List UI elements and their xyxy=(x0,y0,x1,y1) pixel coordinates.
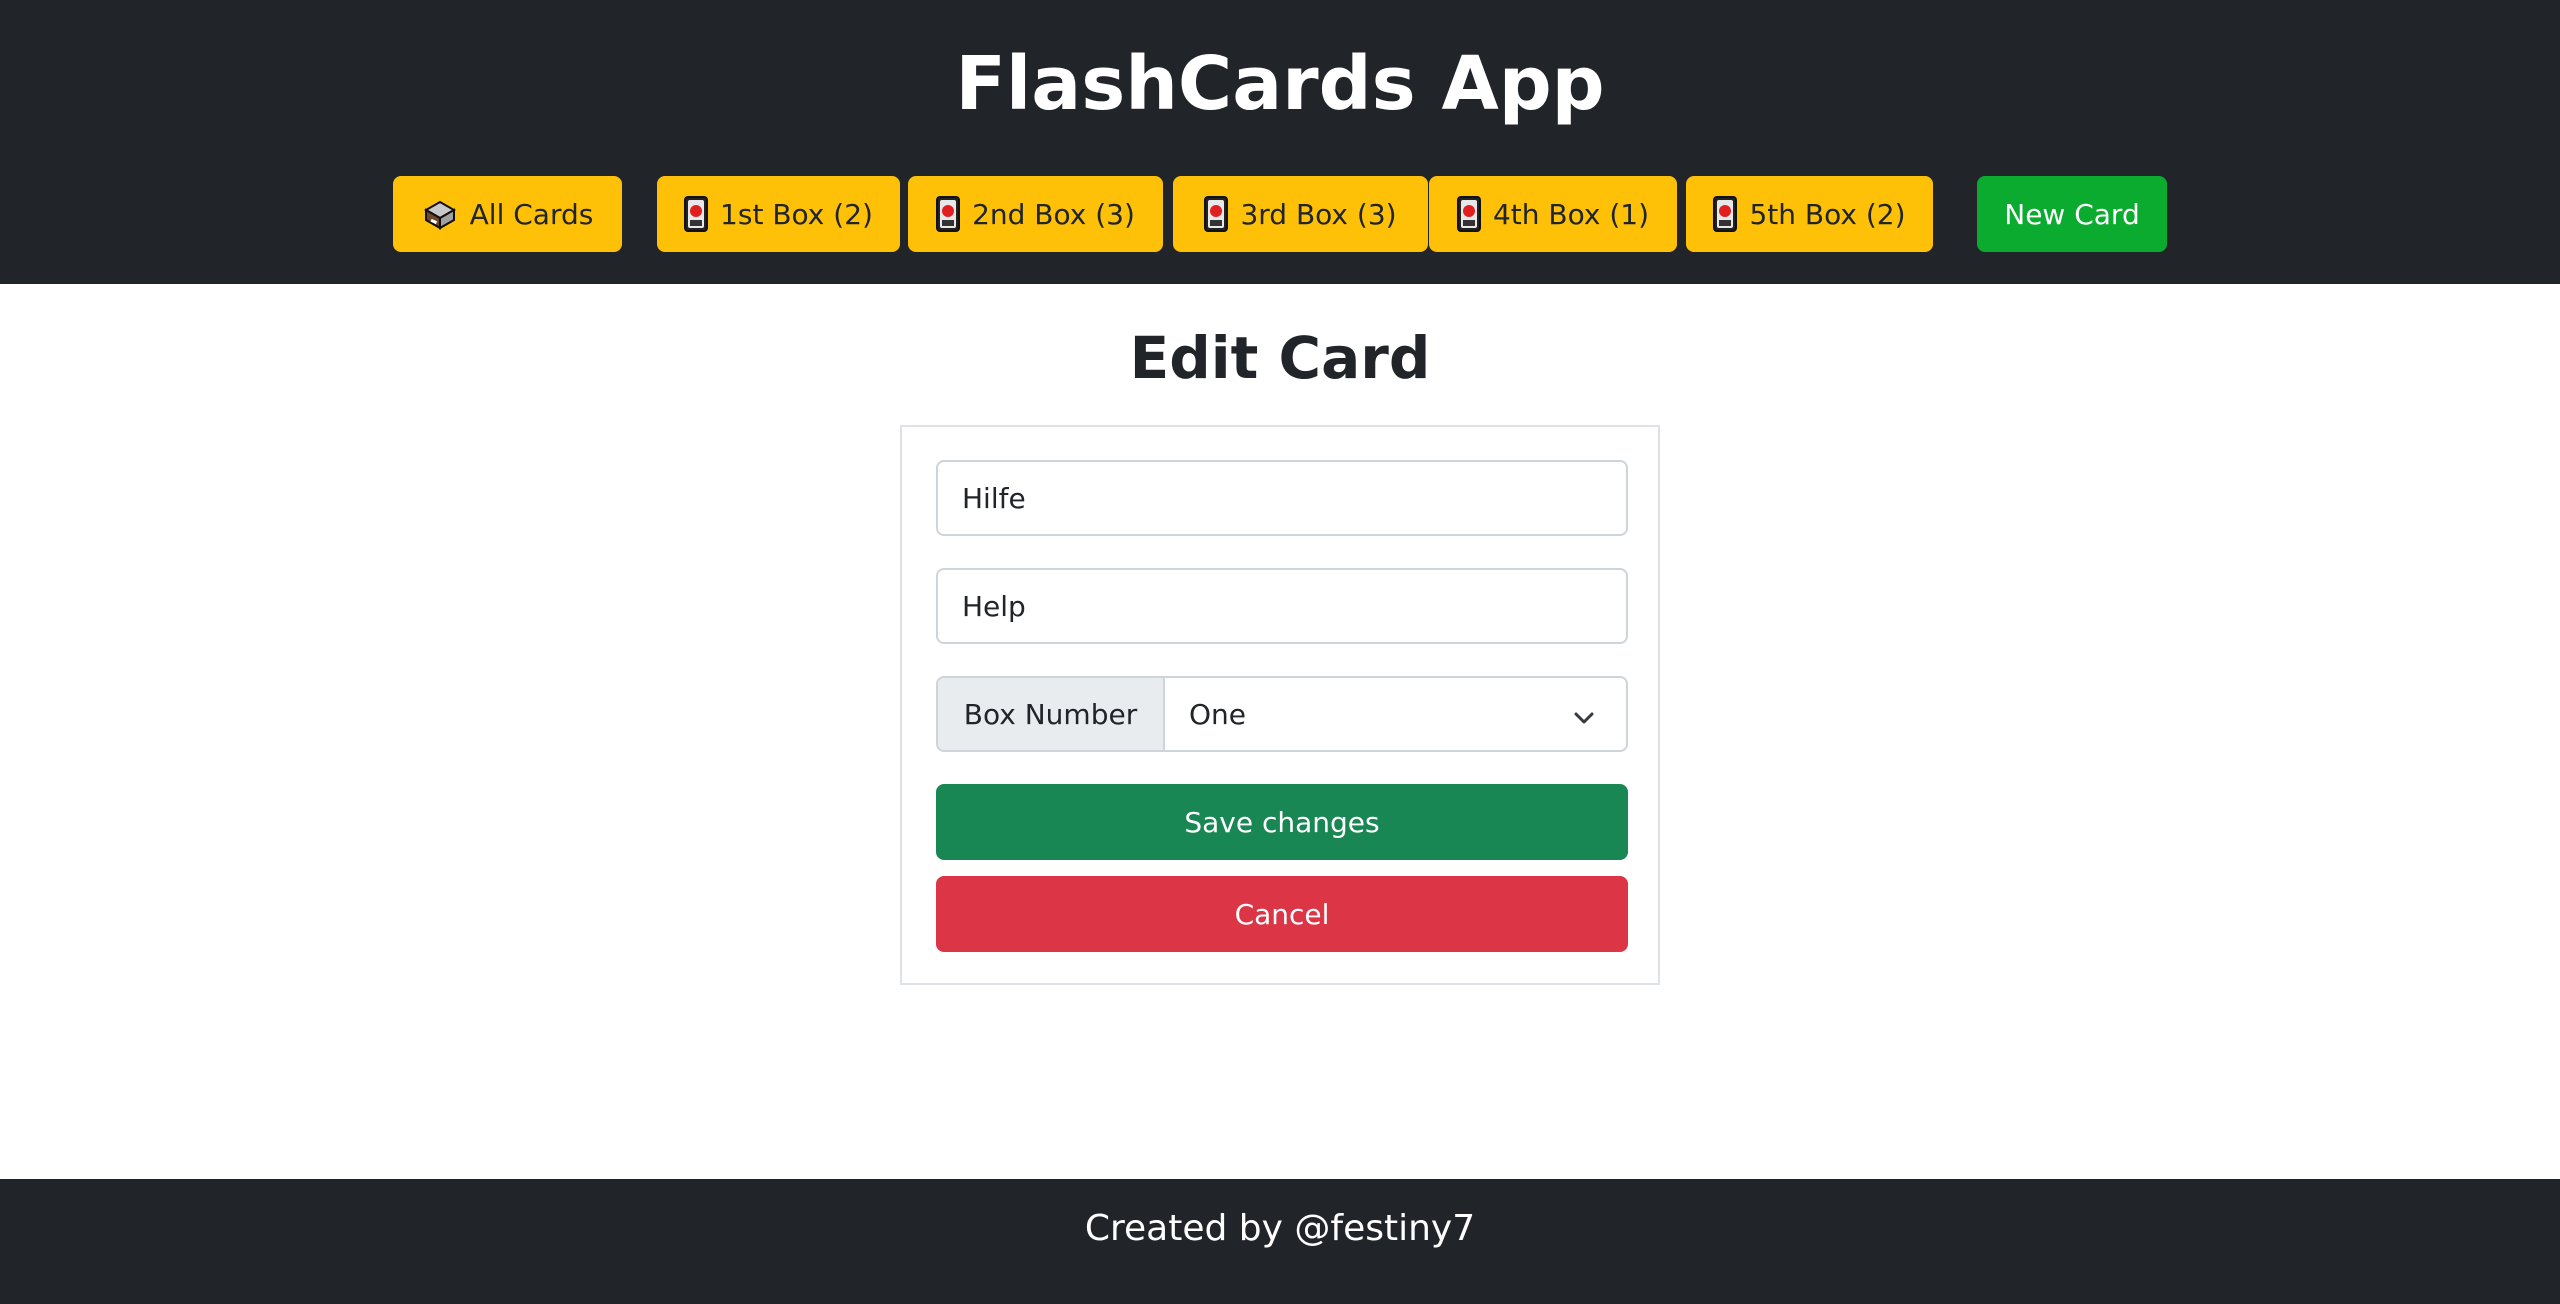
joker-card-icon xyxy=(684,196,709,232)
all-cards-button[interactable]: All Cards xyxy=(393,176,622,252)
box-number-group: Box Number One xyxy=(936,676,1628,752)
box-5-button[interactable]: 5th Box (2) xyxy=(1686,176,1933,252)
new-card-button[interactable]: New Card xyxy=(1977,176,2167,252)
cancel-button[interactable]: Cancel xyxy=(936,876,1628,952)
card-file-box-icon xyxy=(422,198,458,230)
front-input[interactable] xyxy=(936,460,1628,536)
joker-card-icon xyxy=(1204,196,1229,232)
joker-card-icon xyxy=(1713,196,1738,232)
joker-card-icon xyxy=(936,196,961,232)
edit-card-form: Box Number One Save changes Cancel xyxy=(900,425,1660,985)
box-5-label: 5th Box (2) xyxy=(1749,197,1906,231)
box-2-label: 2nd Box (3) xyxy=(972,197,1135,231)
chevron-down-icon xyxy=(1572,704,1596,728)
box-1-label: 1st Box (2) xyxy=(720,197,873,231)
all-cards-label: All Cards xyxy=(469,197,594,231)
save-changes-button[interactable]: Save changes xyxy=(936,784,1628,860)
back-input[interactable] xyxy=(936,568,1628,644)
joker-card-icon xyxy=(1456,196,1481,232)
box-number-select[interactable]: One xyxy=(1164,676,1628,752)
box-3-label: 3rd Box (3) xyxy=(1240,197,1397,231)
box-1-button[interactable]: 1st Box (2) xyxy=(657,176,900,252)
box-2-button[interactable]: 2nd Box (3) xyxy=(908,176,1163,252)
box-number-label: Box Number xyxy=(936,676,1164,752)
box-3-button[interactable]: 3rd Box (3) xyxy=(1173,176,1428,252)
page-title: Edit Card xyxy=(1129,324,1431,392)
box-number-selected: One xyxy=(1189,697,1247,731)
app-header: FlashCards App All Cards 1st Box (2) 2nd… xyxy=(0,0,2560,284)
footer-credit: Created by @festiny7 xyxy=(1084,1208,1476,1249)
box-4-label: 4th Box (1) xyxy=(1492,197,1650,231)
app-title: FlashCards App xyxy=(955,41,1605,127)
box-4-button[interactable]: 4th Box (1) xyxy=(1429,176,1677,252)
app-footer: Created by @festiny7 xyxy=(0,1179,2560,1304)
